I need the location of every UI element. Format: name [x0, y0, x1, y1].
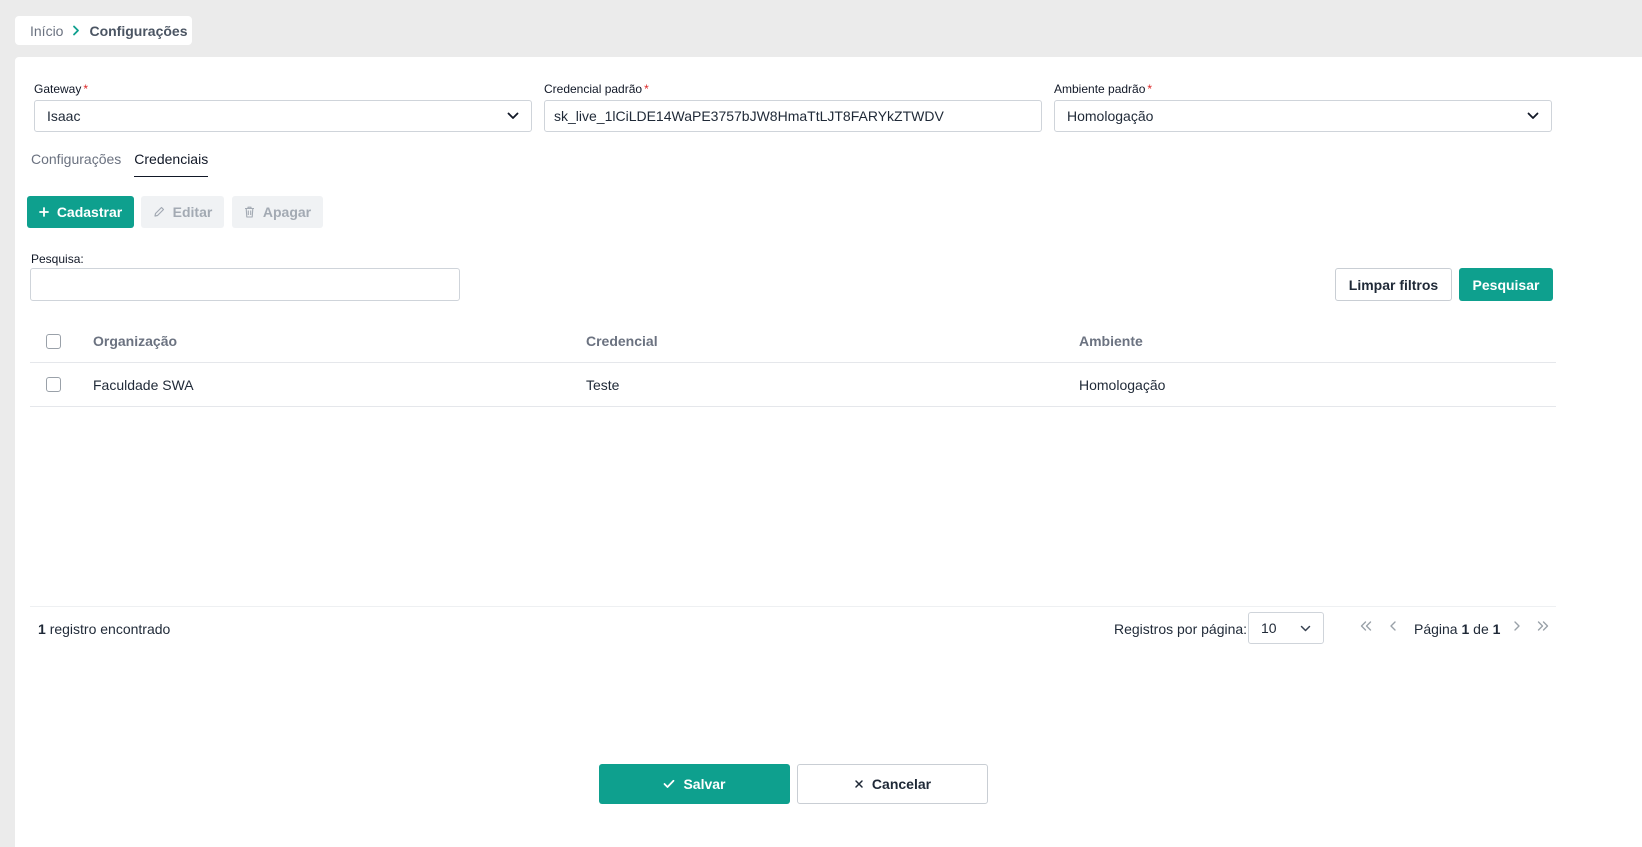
current-page: 1 [1461, 621, 1470, 637]
cell-organizacao: Faculdade SWA [93, 376, 194, 393]
gateway-label: Gateway * [34, 82, 89, 96]
create-button-label: Cadastrar [56, 204, 123, 220]
save-button-label: Salvar [683, 776, 726, 792]
cancel-button[interactable]: Cancelar [797, 764, 988, 804]
chevrons-right-icon[interactable] [1536, 620, 1550, 632]
per-page-value: 10 [1261, 620, 1277, 636]
environment-value: Homologação [1067, 108, 1154, 124]
chevron-right-icon[interactable] [1512, 620, 1522, 632]
main-card: Gateway * Isaac Credencial padrão * sk_liv… [15, 57, 1642, 847]
record-count: 1 registro encontrado [38, 621, 170, 637]
close-icon [854, 779, 864, 789]
cell-ambiente: Homologação [1079, 376, 1166, 393]
chevron-left-icon[interactable] [1388, 620, 1398, 632]
chevrons-left-icon[interactable] [1359, 620, 1373, 632]
edit-button[interactable]: Editar [141, 196, 224, 228]
trash-icon [244, 206, 255, 218]
pencil-icon [153, 206, 165, 218]
per-page-label: Registros por página: [1114, 621, 1248, 637]
total-pages: 1 [1492, 621, 1501, 637]
table-header: Organização Credencial Ambiente [30, 320, 1556, 363]
search-button-label: Pesquisar [1472, 276, 1540, 293]
cancel-button-label: Cancelar [871, 776, 932, 792]
row-checkbox[interactable] [46, 377, 61, 392]
breadcrumb-home-link[interactable]: Início [30, 23, 63, 39]
breadcrumb: Início Configurações [15, 16, 192, 45]
search-button[interactable]: Pesquisar [1459, 268, 1553, 301]
table-row[interactable]: Faculdade SWA Teste Homologação [30, 363, 1556, 407]
gateway-select[interactable]: Isaac [34, 100, 532, 132]
check-icon [663, 779, 675, 789]
column-header-credencial[interactable]: Credencial [586, 333, 1079, 349]
record-count-number: 1 [38, 621, 46, 637]
delete-button-label: Apagar [262, 204, 312, 220]
chevron-down-icon [1527, 112, 1539, 120]
chevron-down-icon [507, 112, 519, 120]
search-input[interactable] [30, 268, 460, 301]
credential-input[interactable]: sk_live_1lCiLDE14WaPE3757bJW8HmaTtLJT8FA… [544, 100, 1042, 132]
credential-label: Credencial padrão * [544, 82, 649, 96]
save-button[interactable]: Salvar [599, 764, 790, 804]
clear-filters-button[interactable]: Limpar filtros [1335, 268, 1452, 301]
table-footer-divider [30, 606, 1556, 607]
chevron-right-icon [72, 25, 80, 36]
clear-filters-label: Limpar filtros [1348, 276, 1439, 293]
chevron-down-icon [1300, 625, 1311, 632]
column-header-ambiente[interactable]: Ambiente [1079, 333, 1556, 349]
select-all-checkbox[interactable] [46, 333, 61, 349]
environment-label: Ambiente padrão * [1054, 82, 1153, 96]
column-header-organizacao[interactable]: Organização [93, 333, 586, 349]
record-count-text: registro encontrado [49, 621, 171, 637]
create-button[interactable]: Cadastrar [27, 196, 134, 228]
environment-select[interactable]: Homologação [1054, 100, 1552, 132]
credential-value: sk_live_1lCiLDE14WaPE3757bJW8HmaTtLJT8FA… [554, 108, 944, 124]
gateway-field: Gateway * Isaac [34, 83, 532, 132]
tab-configuracoes[interactable]: Configurações [31, 145, 121, 177]
tab-bar: Configurações Credenciais [31, 145, 221, 177]
page-indicator: Página 1 de 1 [1414, 621, 1501, 637]
search-label: Pesquisa: [31, 252, 84, 266]
credentials-table: Organização Credencial Ambiente Faculdad… [30, 320, 1556, 407]
cell-credencial: Teste [586, 376, 620, 393]
gateway-value: Isaac [47, 108, 81, 124]
plus-icon [38, 207, 49, 217]
environment-field: Ambiente padrão * Homologação [1054, 83, 1552, 132]
breadcrumb-current: Configurações [89, 22, 188, 39]
credential-field: Credencial padrão * sk_live_1lCiLDE14WaPE… [544, 83, 1042, 132]
edit-button-label: Editar [172, 204, 213, 220]
per-page-select[interactable]: 10 [1248, 612, 1324, 644]
delete-button[interactable]: Apagar [232, 196, 323, 228]
tab-credenciais[interactable]: Credenciais [134, 145, 209, 177]
